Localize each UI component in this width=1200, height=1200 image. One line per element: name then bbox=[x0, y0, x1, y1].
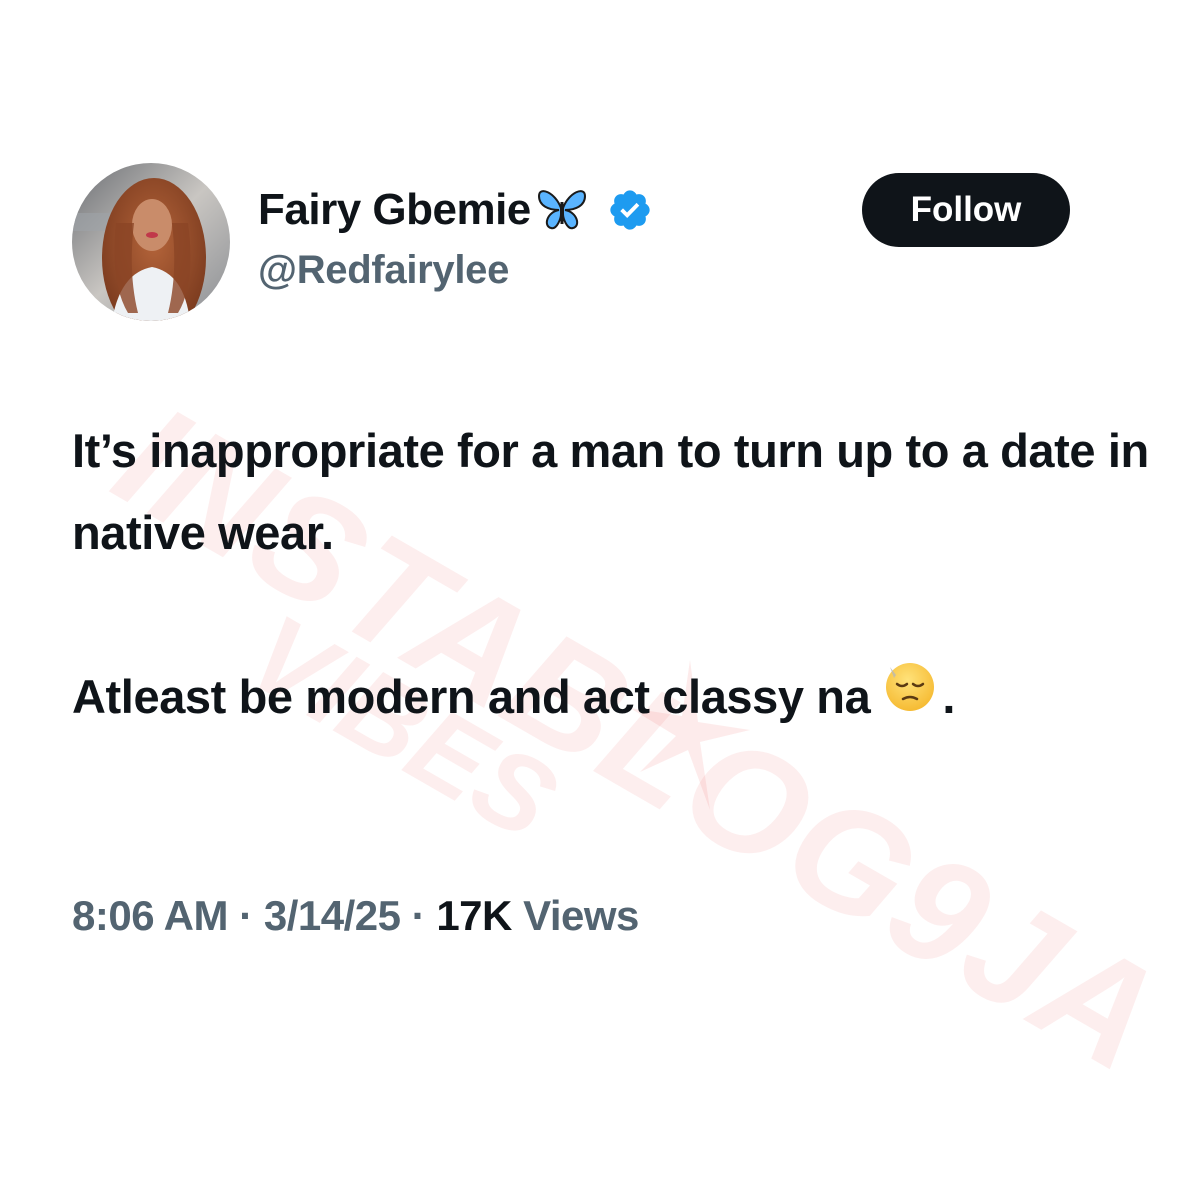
tweet-paragraph-2-end: . bbox=[942, 670, 956, 723]
tweet-date[interactable]: 3/14/25 bbox=[264, 892, 401, 939]
pensive-face-emoji-icon bbox=[884, 656, 936, 738]
views-count[interactable]: 17K bbox=[436, 892, 512, 939]
verified-badge-icon bbox=[607, 187, 653, 233]
tweet-paragraph-2: Atleast be modern and act classy na . bbox=[72, 656, 1152, 742]
views-label: Views bbox=[523, 892, 639, 939]
tweet-text: It’s inappropriate for a man to turn up … bbox=[72, 410, 1152, 742]
meta-separator: · bbox=[239, 892, 253, 939]
author-display-name-row[interactable]: Fairy Gbemie bbox=[258, 180, 653, 240]
tweet-paragraph-2-text: Atleast be modern and act classy na bbox=[72, 670, 871, 723]
author-display-name[interactable]: Fairy Gbemie bbox=[258, 185, 531, 235]
tweet-meta: 8:06 AM · 3/14/25 · 17K Views bbox=[72, 892, 639, 940]
avatar-image bbox=[72, 163, 230, 321]
avatar[interactable] bbox=[72, 163, 230, 321]
author-handle[interactable]: @Redfairylee bbox=[258, 248, 509, 293]
tweet-time[interactable]: 8:06 AM bbox=[72, 892, 229, 939]
tweet-paragraph-1: It’s inappropriate for a man to turn up … bbox=[72, 424, 1149, 559]
butterfly-icon bbox=[537, 188, 587, 232]
meta-separator: · bbox=[411, 892, 426, 939]
follow-button[interactable]: Follow bbox=[862, 173, 1070, 247]
